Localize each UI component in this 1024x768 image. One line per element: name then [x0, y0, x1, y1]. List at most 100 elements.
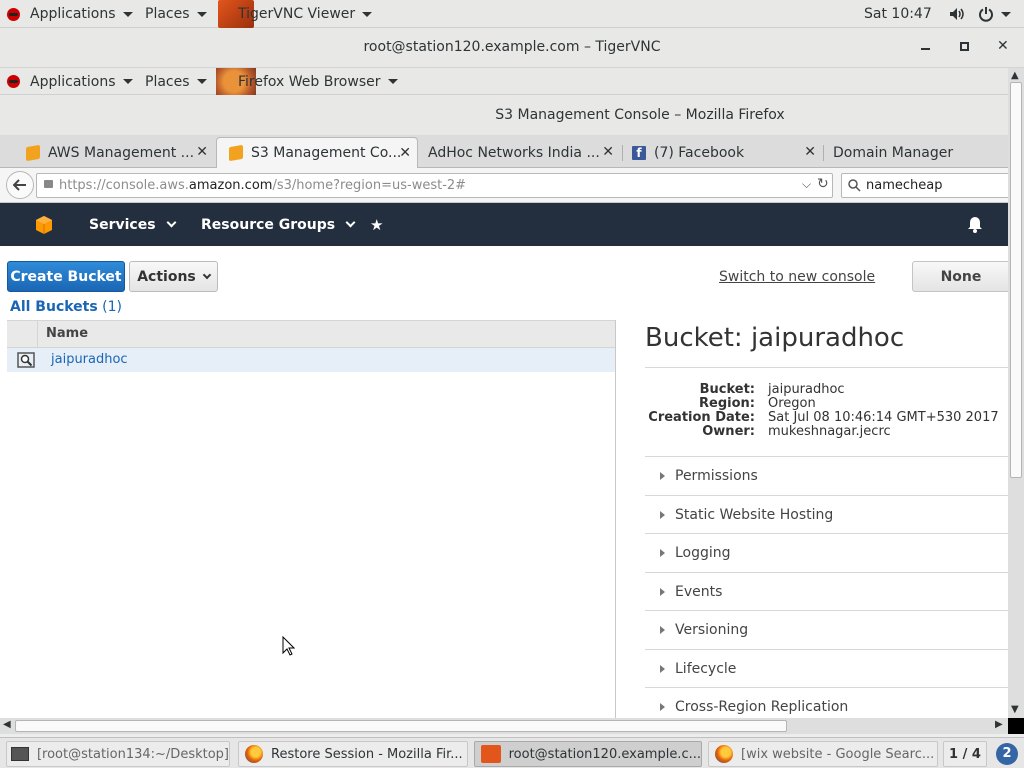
- section-lifecycle[interactable]: Lifecycle: [645, 649, 1008, 687]
- switch-console-link[interactable]: Switch to new console: [719, 269, 875, 285]
- taskbar: [root@station134:~/Desktop] Restore Sess…: [0, 737, 1024, 768]
- tigervnc-icon: [481, 745, 501, 763]
- section-cross-region-replication[interactable]: Cross-Region Replication: [645, 687, 1008, 718]
- expand-triangle-icon: [660, 625, 665, 634]
- chevron-down-icon: [122, 79, 133, 84]
- close-tab-icon[interactable]: ✕: [196, 144, 208, 160]
- tab-adhoc-networks[interactable]: AdHoc Networks India ... ✕: [420, 137, 620, 168]
- scroll-right-icon[interactable]: ▶: [995, 719, 1003, 730]
- scroll-up-icon[interactable]: ▲: [1011, 70, 1019, 81]
- redhat-icon: [7, 75, 20, 88]
- actions-button[interactable]: Actions: [129, 261, 218, 292]
- pin-icon[interactable]: ★: [370, 203, 383, 246]
- close-tab-icon[interactable]: ✕: [399, 145, 411, 161]
- resource-groups-menu[interactable]: Resource Groups: [201, 203, 356, 246]
- workspace-switcher[interactable]: 1 / 4: [943, 741, 987, 767]
- bell-icon[interactable]: [967, 216, 983, 237]
- outer-app-label: TigerVNC Viewer: [238, 6, 356, 22]
- inner-applications-menu[interactable]: Applications: [7, 68, 133, 95]
- minimize-icon[interactable]: [921, 48, 930, 50]
- close-tab-icon[interactable]: ✕: [804, 144, 816, 160]
- tab-domain-manager[interactable]: Domain Manager: [825, 137, 1008, 168]
- firefox-icon: [245, 745, 263, 763]
- vnc-window-title: root@station120.example.com – TigerVNC: [363, 39, 661, 55]
- taskbar-item-label: root@station120.example.c...: [508, 746, 701, 762]
- aws-favicon-icon: [26, 144, 40, 161]
- section-static-website-hosting[interactable]: Static Website Hosting: [645, 495, 1008, 533]
- pane-divider[interactable]: [615, 320, 616, 718]
- notification-badge[interactable]: 2: [996, 743, 1018, 765]
- close-tab-icon[interactable]: ✕: [602, 144, 614, 160]
- detail-label: Creation Date:: [648, 410, 755, 425]
- tab-facebook[interactable]: f (7) Facebook ✕: [624, 137, 822, 168]
- create-bucket-button[interactable]: Create Bucket: [7, 261, 125, 292]
- navigation-bar: https://console.aws. amazon.com/s3/home?r…: [0, 168, 1011, 203]
- url-dropdown-icon[interactable]: ⌵: [802, 177, 811, 192]
- vnc-window-titlebar[interactable]: root@station120.example.com – TigerVNC ✕: [0, 28, 1024, 68]
- expand-triangle-icon: [660, 664, 665, 673]
- services-label: Services: [89, 216, 156, 233]
- url-prefix: https://console.aws.: [59, 178, 189, 193]
- horizontal-scroll-thumb[interactable]: [15, 720, 787, 732]
- name-column-header[interactable]: Name: [46, 326, 88, 341]
- chevron-down-icon: [122, 11, 133, 17]
- outer-applications-menu[interactable]: Applications: [7, 0, 133, 28]
- tab-label: Domain Manager: [833, 144, 954, 161]
- tab-aws-management[interactable]: AWS Management ... ✕: [18, 137, 214, 168]
- none-button[interactable]: None: [912, 261, 1008, 292]
- chevron-down-icon: [166, 217, 176, 228]
- vertical-scrollbar[interactable]: ▲ ▼: [1008, 68, 1024, 718]
- bucket-list-header: Name: [7, 320, 615, 348]
- detail-label: Bucket:: [699, 382, 755, 397]
- all-buckets-label: All Buckets: [10, 299, 98, 315]
- table-row[interactable]: jaipuradhoc: [7, 348, 615, 372]
- taskbar-item-wix[interactable]: [wix website - Google Searc...: [708, 741, 938, 767]
- maximize-icon[interactable]: [960, 42, 969, 51]
- firefox-titlebar[interactable]: S3 Management Console – Mozilla Firefox: [0, 95, 1008, 135]
- inner-places-menu[interactable]: Places: [145, 68, 207, 95]
- outer-places-menu[interactable]: Places: [145, 0, 207, 28]
- section-versioning[interactable]: Versioning: [645, 610, 1008, 648]
- terminal-icon: [11, 747, 29, 761]
- inner-app-menu[interactable]: Firefox Web Browser: [216, 68, 398, 95]
- corner-box: [1008, 718, 1024, 734]
- create-bucket-label: Create Bucket: [10, 268, 122, 285]
- services-menu[interactable]: Services: [89, 203, 176, 246]
- url-bar[interactable]: https://console.aws. amazon.com/s3/home?r…: [36, 173, 833, 198]
- tab-label: (7) Facebook: [654, 144, 745, 161]
- expand-triangle-icon: [660, 548, 665, 557]
- section-events[interactable]: Events: [645, 572, 1008, 610]
- tab-label: AdHoc Networks India ...: [428, 144, 600, 161]
- scroll-down-icon[interactable]: ▼: [1011, 704, 1019, 715]
- tab-s3-management[interactable]: S3 Management Co... ✕: [216, 137, 418, 168]
- bucket-name-link[interactable]: jaipuradhoc: [51, 352, 128, 367]
- detail-value: jaipuradhoc: [768, 382, 845, 397]
- chevron-down-icon: [202, 270, 212, 280]
- tab-label: S3 Management Co...: [251, 145, 402, 161]
- search-input[interactable]: namecheap: [841, 173, 1011, 198]
- back-button[interactable]: [6, 171, 34, 199]
- bucket-icon: [17, 352, 35, 368]
- power-icon[interactable]: [978, 0, 1011, 28]
- scroll-left-icon[interactable]: ◀: [3, 719, 11, 730]
- outer-app-menu[interactable]: TigerVNC Viewer: [218, 0, 373, 28]
- volume-icon[interactable]: [949, 0, 965, 28]
- aws-favicon-icon: [229, 144, 243, 162]
- chevron-down-icon: [196, 11, 207, 17]
- aws-logo-icon[interactable]: [34, 215, 54, 235]
- section-label: Cross-Region Replication: [675, 698, 849, 715]
- chevron-down-icon: [196, 79, 207, 84]
- all-buckets-breadcrumb[interactable]: All Buckets (1): [10, 299, 122, 315]
- section-logging[interactable]: Logging: [645, 533, 1008, 571]
- close-icon[interactable]: ✕: [997, 38, 1009, 54]
- actions-label: Actions: [137, 268, 196, 285]
- section-permissions[interactable]: Permissions: [645, 456, 1008, 494]
- vertical-scroll-thumb[interactable]: [1010, 82, 1022, 478]
- reload-icon[interactable]: ↻: [817, 176, 829, 192]
- taskbar-item-restore-session[interactable]: Restore Session - Mozilla Fir...: [238, 741, 468, 767]
- inner-applications-label: Applications: [30, 73, 116, 90]
- taskbar-item-terminal[interactable]: [root@station134:~/Desktop]: [6, 741, 230, 767]
- horizontal-scrollbar[interactable]: ◀ ▶: [0, 718, 1008, 734]
- taskbar-item-vnc[interactable]: root@station120.example.c...: [474, 741, 702, 767]
- clock[interactable]: Sat 10:47: [864, 0, 932, 28]
